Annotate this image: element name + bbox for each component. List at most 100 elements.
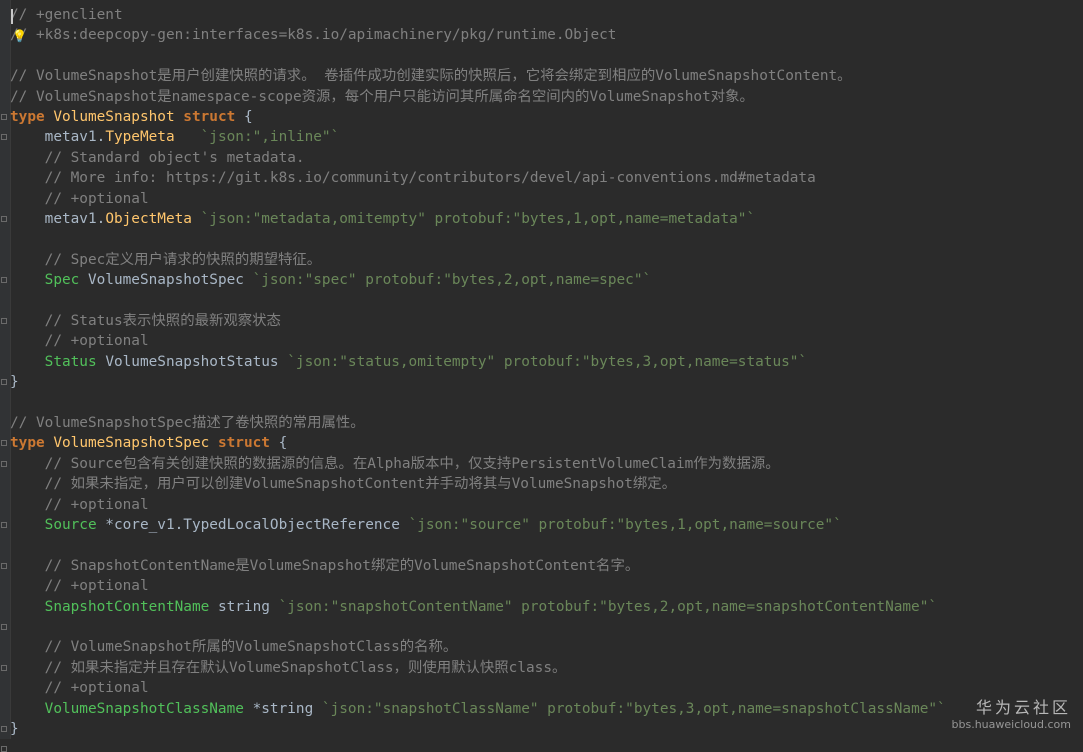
- code-line[interactable]: type VolumeSnapshotSpec struct {: [10, 433, 1083, 453]
- code-token: // Source包含有关创建快照的数据源的信息。在Alpha版本中，仅支持Pe…: [10, 455, 780, 472]
- code-token: metav1.: [10, 211, 106, 227]
- code-line[interactable]: // +optional: [10, 576, 1083, 596]
- code-token: // 如果未指定并且存在默认VolumeSnapshotClass，则使用默认快…: [10, 659, 567, 676]
- code-line[interactable]: [10, 46, 1083, 66]
- code-token: VolumeSnapshot: [53, 109, 175, 125]
- fold-marker-icon[interactable]: [1, 726, 7, 732]
- code-token: // +optional: [10, 578, 149, 595]
- code-token: // Spec定义用户请求的快照的期望特征。: [10, 251, 322, 268]
- code-token: // Status表示快照的最新观察状态: [10, 313, 281, 329]
- fold-marker-icon[interactable]: [1, 134, 7, 141]
- code-line[interactable]: // SnapshotContentName是VolumeSnapshot绑定的…: [10, 556, 1083, 576]
- code-token: Spec: [44, 272, 80, 289]
- code-token: `json:"source" protobuf:"bytes,1,opt,nam…: [408, 517, 842, 533]
- code-token: VolumeSnapshotSpec: [87, 272, 244, 289]
- code-token: }: [10, 721, 19, 737]
- code-line[interactable]: type VolumeSnapshot struct {: [10, 107, 1083, 127]
- fold-marker-icon[interactable]: [1, 216, 7, 222]
- code-line[interactable]: // VolumeSnapshot是用户创建快照的请求。 卷插件成功创建实际的快…: [10, 66, 1083, 86]
- code-token: `json:"status,omitempty" protobuf:"bytes…: [287, 353, 808, 370]
- code-line[interactable]: // Spec定义用户请求的快照的期望特征。: [10, 250, 1083, 270]
- code-token: type: [10, 435, 45, 452]
- fold-marker-icon[interactable]: [1, 562, 7, 569]
- code-line[interactable]: SnapshotContentName string `json:"snapsh…: [10, 597, 1083, 617]
- watermark-url: bbs.huaweicloud.com: [951, 718, 1071, 731]
- code-token: struct: [217, 435, 270, 452]
- code-line[interactable]: [10, 229, 1083, 249]
- code-line[interactable]: }: [10, 372, 1083, 392]
- code-line[interactable]: // 如果未指定，用户可以创建VolumeSnapshotContent并手动将…: [10, 474, 1083, 494]
- code-token: TypedLocalObjectReference: [183, 517, 400, 533]
- code-line[interactable]: // More info: https://git.k8s.io/communi…: [10, 168, 1083, 188]
- code-token: // +optional: [10, 680, 149, 697]
- code-line[interactable]: metav1.TypeMeta `json:",inline"`: [10, 127, 1083, 147]
- fold-marker-icon[interactable]: [1, 460, 7, 467]
- fold-marker-icon[interactable]: [1, 379, 7, 386]
- code-line[interactable]: VolumeSnapshotClassName *string `json:"s…: [10, 699, 1083, 719]
- code-line[interactable]: Status VolumeSnapshotStatus `json:"statu…: [10, 352, 1083, 372]
- code-token: TypeMeta: [105, 129, 175, 146]
- code-token: // +genclient: [10, 7, 123, 23]
- code-line[interactable]: // +optional: [10, 331, 1083, 351]
- code-token: `json:",inline"`: [200, 129, 340, 146]
- code-line[interactable]: // Status表示快照的最新观察状态: [10, 311, 1083, 331]
- code-line[interactable]: // +optional: [10, 678, 1083, 698]
- code-line[interactable]: // Standard object's metadata.: [10, 148, 1083, 168]
- fold-marker-icon[interactable]: [1, 440, 7, 447]
- code-line[interactable]: [10, 535, 1083, 555]
- code-line[interactable]: Source *core_v1.TypedLocalObjectReferenc…: [10, 515, 1083, 535]
- code-token: *string: [243, 700, 322, 717]
- code-line[interactable]: // +k8s:deepcopy-gen:interfaces=k8s.io/a…: [10, 25, 1083, 45]
- code-token: type: [10, 109, 45, 125]
- code-token: // More info: https://git.k8s.io/communi…: [10, 170, 816, 187]
- code-line[interactable]: // VolumeSnapshotSpec描述了卷快照的常用属性。: [10, 413, 1083, 433]
- code-token: // Standard object's metadata.: [10, 149, 305, 166]
- code-line[interactable]: // Source包含有关创建快照的数据源的信息。在Alpha版本中，仅支持Pe…: [10, 454, 1083, 474]
- code-token: // SnapshotContentName是VolumeSnapshot绑定的…: [10, 557, 640, 574]
- fold-marker-icon[interactable]: [1, 114, 7, 120]
- code-line[interactable]: metav1.ObjectMeta `json:"metadata,omitem…: [10, 209, 1083, 229]
- code-token: ObjectMeta: [105, 211, 192, 227]
- code-line[interactable]: [10, 291, 1083, 311]
- fold-marker-icon[interactable]: [1, 746, 7, 752]
- fold-marker-icon[interactable]: [1, 664, 7, 671]
- code-token: VolumeSnapshotStatus: [105, 353, 279, 370]
- watermark-title: 华为云社区: [975, 698, 1071, 717]
- code-line[interactable]: // VolumeSnapshot是namespace-scope资源，每个用户…: [10, 87, 1083, 107]
- code-token: struct: [183, 109, 236, 125]
- intention-bulb-icon[interactable]: 💡: [12, 28, 27, 44]
- code-token: VolumeSnapshotSpec: [53, 435, 210, 452]
- fold-marker-icon[interactable]: [1, 522, 7, 528]
- fold-marker-icon[interactable]: [1, 624, 7, 630]
- code-line[interactable]: Spec VolumeSnapshotSpec `json:"spec" pro…: [10, 270, 1083, 290]
- code-line[interactable]: [10, 393, 1083, 413]
- fold-marker-icon[interactable]: [1, 277, 7, 284]
- code-line[interactable]: // +optional: [10, 495, 1083, 515]
- code-line[interactable]: [10, 617, 1083, 637]
- code-line[interactable]: // +genclient: [10, 5, 1083, 25]
- code-editor[interactable]: // +genclient // +k8s:deepcopy-gen:interf…: [0, 0, 1083, 752]
- code-token: metav1.: [10, 129, 106, 146]
- code-token: // VolumeSnapshot所属的VolumeSnapshotClass的…: [10, 639, 458, 656]
- code-line[interactable]: // 如果未指定并且存在默认VolumeSnapshotClass，则使用默认快…: [10, 658, 1083, 678]
- code-token: {: [235, 109, 253, 125]
- code-line[interactable]: // VolumeSnapshot所属的VolumeSnapshotClass的…: [10, 637, 1083, 657]
- code-token: {: [269, 435, 288, 452]
- code-token: // 如果未指定，用户可以创建VolumeSnapshotContent并手动将…: [10, 476, 677, 493]
- code-token: // +optional: [10, 190, 149, 207]
- code-token: VolumeSnapshotClassName: [44, 700, 244, 717]
- code-line[interactable]: }: [10, 719, 1083, 739]
- code-token: // +optional: [10, 333, 149, 350]
- code-token: `json:"spec" protobuf:"bytes,2,opt,name=…: [252, 272, 652, 289]
- code-line[interactable]: // +optional: [10, 189, 1083, 209]
- fold-marker-icon[interactable]: [1, 318, 7, 324]
